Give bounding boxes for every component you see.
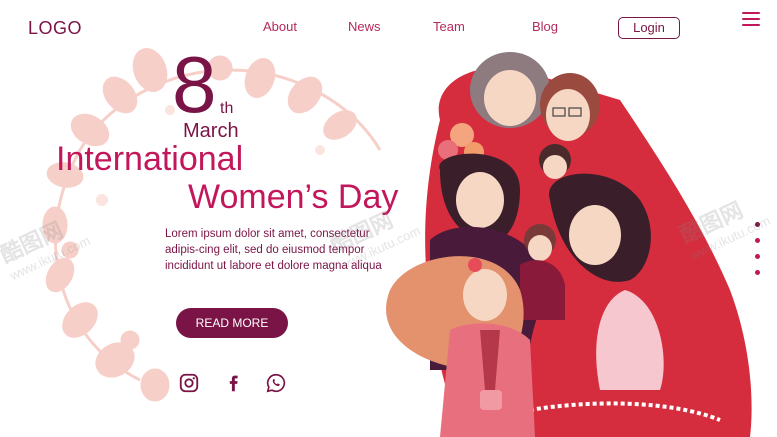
nav-item-team[interactable]: Team xyxy=(433,19,465,34)
page-title-line1: International xyxy=(56,140,244,178)
whatsapp-icon[interactable] xyxy=(265,372,287,394)
slider-dot-3[interactable] xyxy=(755,254,760,259)
date-number: 8 xyxy=(172,40,217,129)
login-button[interactable]: Login xyxy=(618,17,680,39)
read-more-button[interactable]: READ MORE xyxy=(176,308,288,338)
instagram-icon[interactable] xyxy=(178,372,200,394)
slider-dot-2[interactable] xyxy=(755,238,760,243)
date-suffix: th xyxy=(220,100,234,117)
hamburger-menu-icon[interactable] xyxy=(742,12,760,26)
facebook-icon[interactable] xyxy=(222,372,244,394)
nav-item-blog[interactable]: Blog xyxy=(532,19,558,34)
nav-item-about[interactable]: About xyxy=(263,19,297,34)
nav-item-news[interactable]: News xyxy=(348,19,381,34)
slider-dot-4[interactable] xyxy=(755,270,760,275)
